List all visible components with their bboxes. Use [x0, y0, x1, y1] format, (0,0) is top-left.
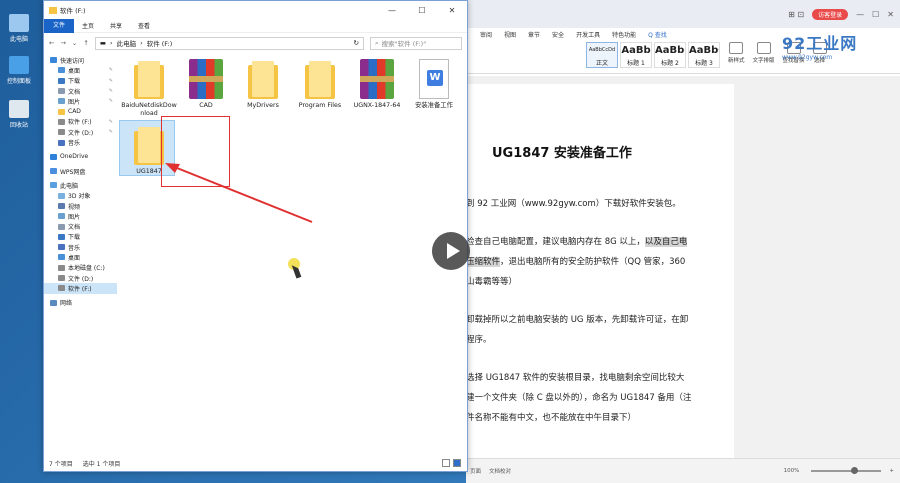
arrow-line [171, 165, 313, 223]
arrow-head [165, 163, 180, 173]
video-play-button[interactable] [432, 232, 470, 270]
